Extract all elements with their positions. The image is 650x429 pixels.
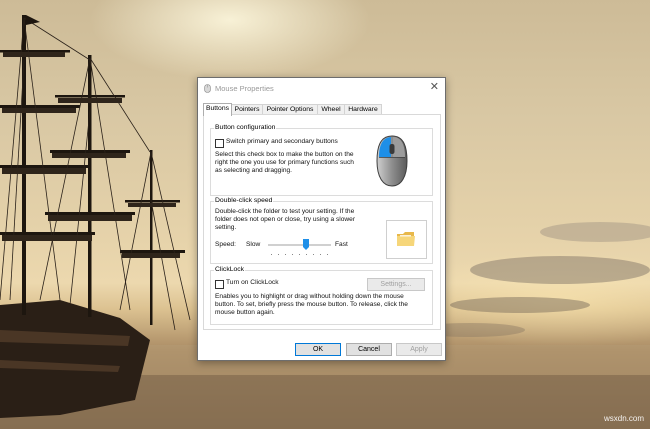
slider-tick <box>320 254 321 255</box>
double-click-test-area[interactable] <box>386 220 427 259</box>
fast-label: Fast <box>335 241 348 248</box>
button-configuration-label: Button configuration <box>214 124 277 131</box>
double-click-speed-label: Double-click speed <box>214 197 274 204</box>
speed-label: Speed: <box>215 241 236 248</box>
clicklock-settings-button[interactable]: Settings... <box>367 278 425 291</box>
clicklock-checkbox[interactable] <box>215 280 224 289</box>
mouse-icon <box>204 84 211 93</box>
slider-tick <box>299 254 300 255</box>
slider-tick <box>327 254 328 255</box>
switch-buttons-checkbox[interactable] <box>215 139 224 148</box>
double-click-speed-group: Double-click speed Double-click the fold… <box>210 197 433 264</box>
cancel-button[interactable]: Cancel <box>346 343 392 356</box>
slider-tick <box>271 254 272 255</box>
slider-tick <box>306 254 307 255</box>
slider-tick <box>313 254 314 255</box>
window-title: Mouse Properties <box>215 84 274 93</box>
double-click-description: Double-click the folder to test your set… <box>215 208 356 231</box>
switch-buttons-label: Switch primary and secondary buttons <box>226 138 338 145</box>
speed-slider-track[interactable] <box>268 244 331 246</box>
mouse-illustration-icon <box>376 135 408 187</box>
close-icon[interactable]: ✕ <box>430 81 439 93</box>
buttons-tab-panel: Button configuration Switch primary and … <box>203 114 441 330</box>
title-bar[interactable]: Mouse Properties ✕ <box>198 78 445 98</box>
button-configuration-group: Button configuration Switch primary and … <box>210 124 433 196</box>
clicklock-group: ClickLock Turn on ClickLock Settings... … <box>210 266 433 325</box>
clicklock-description: Enables you to highlight or drag without… <box>215 293 408 316</box>
clicklock-checkbox-label: Turn on ClickLock <box>226 279 279 286</box>
folder-icon[interactable] <box>396 230 416 248</box>
tab-buttons[interactable]: Buttons <box>203 103 232 116</box>
slow-label: Slow <box>246 241 261 248</box>
mouse-properties-dialog: Mouse Properties ✕ Buttons Pointers Poin… <box>197 77 446 361</box>
slider-tick <box>285 254 286 255</box>
slider-tick <box>278 254 279 255</box>
slider-tick <box>292 254 293 255</box>
speed-slider-thumb[interactable] <box>302 239 309 250</box>
ok-button[interactable]: OK <box>295 343 341 356</box>
apply-button[interactable]: Apply <box>396 343 442 356</box>
watermark-text: wsxdn.com <box>603 414 644 423</box>
button-configuration-description: Select this check box to make the button… <box>215 151 354 174</box>
clicklock-label: ClickLock <box>214 266 246 273</box>
